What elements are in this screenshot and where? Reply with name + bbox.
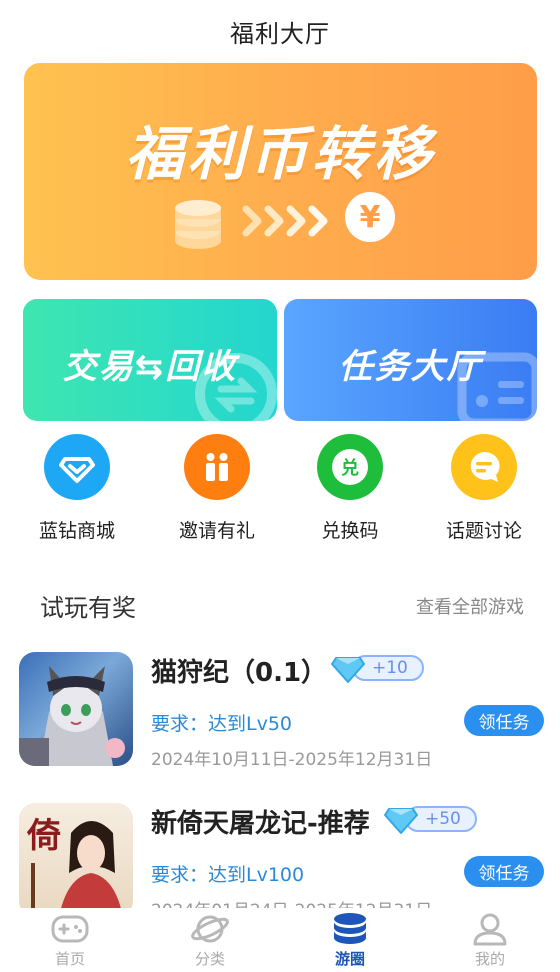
chevrons-right-icon [242, 205, 328, 237]
coin-stack-icon [175, 200, 221, 249]
quick-item-blue-diamond-mall[interactable]: 蓝钻商城 [17, 434, 137, 543]
game-date-range: 2024年10月11日-2025年12月31日 [151, 750, 433, 770]
game-item[interactable]: 猫狩纪（0.1） +10 要求：达到Lv50 领任务 2024年10月11日-2… [19, 652, 544, 770]
claim-task-button[interactable]: 领任务 [464, 705, 544, 736]
game-requirement: 要求：达到Lv50 [151, 713, 293, 735]
claim-task-button[interactable]: 领任务 [464, 856, 544, 887]
redeem-glyph: 兑 [332, 449, 368, 485]
game-name: 猫狩纪（0.1） [151, 658, 328, 688]
quick-label: 邀请有礼 [178, 520, 255, 542]
gamepad-icon [51, 915, 89, 943]
yen-coin-icon: ¥ [345, 192, 395, 242]
quick-item-invite-gift[interactable]: 邀请有礼 [157, 434, 277, 543]
game-thumbnail [19, 652, 133, 766]
trade-recycle-label: 交易⇆回收 [62, 347, 238, 387]
quick-item-redeem-code[interactable]: 兑 兑换码 [290, 434, 410, 543]
bottom-tab-bar: 首页 分类 游圈 我的 [0, 908, 560, 972]
welfare-coin-transfer-banner[interactable]: 福利币转移 ¥ [24, 63, 537, 280]
quick-label: 话题讨论 [445, 520, 522, 542]
task-hall-label: 任务大厅 [338, 347, 483, 387]
tab-home[interactable]: 首页 [0, 908, 140, 972]
blue-diamond-icon [331, 657, 365, 683]
tab-label: 首页 [54, 950, 85, 968]
tab-label: 我的 [474, 950, 505, 968]
view-all-games-link[interactable]: 查看全部游戏 [416, 593, 524, 619]
svg-text:¥: ¥ [360, 200, 381, 235]
tab-label: 游圈 [334, 950, 365, 968]
tab-circle[interactable]: 游圈 [280, 908, 420, 972]
quick-item-topic-discussion[interactable]: 话题讨论 [424, 434, 544, 543]
logo-glyph: 倚 [26, 816, 61, 856]
page-title: 福利大厅 [230, 19, 330, 48]
tab-mine[interactable]: 我的 [420, 908, 560, 972]
game-item[interactable]: 倚 新倚天屠龙记-推荐 +50 要求：达到Lv100 领任务 2024年01月2… [19, 803, 544, 921]
section-title: 试玩有奖 [40, 594, 136, 622]
gift-icon [184, 434, 250, 500]
task-hall-card[interactable]: 任务大厅 [284, 299, 537, 421]
tab-category[interactable]: 分类 [140, 908, 280, 972]
game-name: 新倚天屠龙记-推荐 [151, 809, 370, 839]
database-icon [334, 913, 366, 944]
game-thumbnail: 倚 [19, 803, 133, 917]
banner-transfer-graphic: ¥ [175, 192, 395, 249]
planet-icon [191, 915, 229, 943]
user-icon [473, 913, 507, 946]
diamond-icon [44, 434, 110, 500]
tab-label: 分类 [194, 950, 225, 968]
redeem-icon: 兑 [317, 434, 383, 500]
trade-recycle-card[interactable]: 交易⇆回收 [23, 299, 277, 421]
page-header: 福利大厅 [0, 0, 560, 62]
chat-icon [451, 434, 517, 500]
quick-actions: 蓝钻商城 邀请有礼 兑 兑换码 话题讨论 [0, 434, 560, 544]
game-requirement: 要求：达到Lv100 [151, 864, 305, 886]
trial-section-header: 试玩有奖 查看全部游戏 [40, 588, 524, 623]
quick-label: 兑换码 [321, 520, 379, 542]
blue-diamond-icon [384, 808, 418, 834]
banner-title: 福利币转移 [125, 120, 436, 188]
quick-label: 蓝钻商城 [38, 520, 115, 542]
